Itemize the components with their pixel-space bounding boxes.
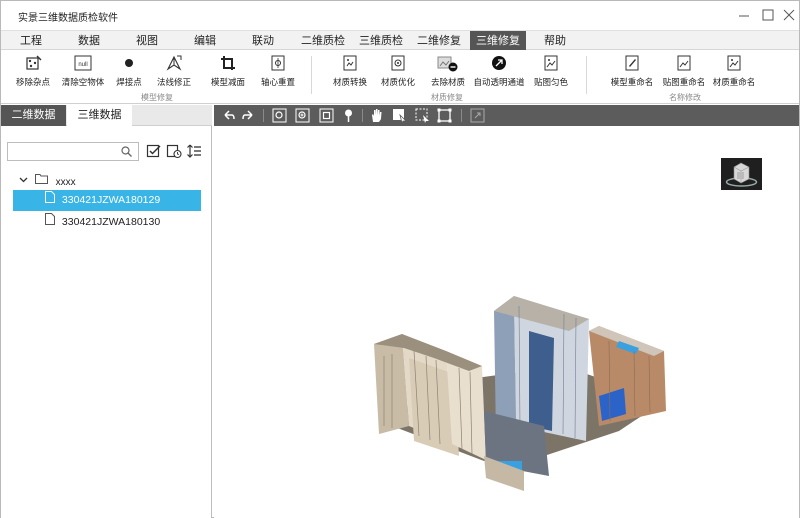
material-optimize-button[interactable]: 材质优化 xyxy=(377,54,419,88)
filter-by-time-icon[interactable] xyxy=(166,143,182,159)
minimize-icon[interactable] xyxy=(734,5,754,25)
texture-rename-button[interactable]: 贴图重命名 xyxy=(659,54,709,88)
menu-data[interactable]: 数据 xyxy=(67,31,111,51)
left-panel-tabs: 二维数据 三维数据 xyxy=(1,105,212,126)
normal-fix-icon xyxy=(165,54,183,72)
close-icon[interactable] xyxy=(779,5,799,25)
title-bar: 实景三维数据质检软件 xyxy=(1,1,799,30)
group-label-rename: 名称修改 xyxy=(669,93,701,102)
group-label-material-repair: 材质修复 xyxy=(431,93,463,102)
menu-project[interactable]: 工程 xyxy=(9,31,53,51)
window-title: 实景三维数据质检软件 xyxy=(18,13,118,24)
menu-help[interactable]: 帮助 xyxy=(533,31,577,51)
folder-icon xyxy=(34,173,51,191)
left-panel: xxxx 330421JZWA180129 330421JZWA180130 xyxy=(1,126,212,518)
3d-viewport[interactable] xyxy=(214,126,799,518)
group-label-model-repair: 模型修复 xyxy=(141,93,173,102)
remove-material-button[interactable]: 去除材质 xyxy=(425,54,471,88)
tree-file-item[interactable]: 330421JZWA180129 xyxy=(13,190,201,211)
decimate-icon xyxy=(219,54,237,72)
viewer-toolbar xyxy=(214,105,799,126)
ribbon: 移除杂点 null 清除空物体 焊接点 法线修正 模型减面 轴心重置 模型修复 … xyxy=(1,50,799,104)
tab-3d-data[interactable]: 三维数据 xyxy=(67,105,132,126)
model-rename-button[interactable]: 模型重命名 xyxy=(607,54,657,88)
toolbar-separator xyxy=(263,109,264,122)
remove-material-icon xyxy=(437,54,459,72)
zoom-in-icon[interactable] xyxy=(294,107,311,124)
menu-edit[interactable]: 编辑 xyxy=(183,31,227,51)
material-rename-icon xyxy=(725,54,743,72)
clear-empty-objects-button[interactable]: null 清除空物体 xyxy=(59,54,107,88)
select-object-icon[interactable] xyxy=(391,107,408,125)
sort-icon[interactable] xyxy=(186,143,202,159)
pin-icon[interactable] xyxy=(340,107,357,124)
ribbon-separator xyxy=(586,56,587,94)
remove-noise-icon xyxy=(24,54,42,72)
model-rename-icon xyxy=(623,54,641,72)
search-input[interactable] xyxy=(7,142,139,161)
app-window: 实景三维数据质检软件 工程 数据 视图 编辑 联动 二维质检 三维质检 二维修复… xyxy=(0,0,800,518)
menu-2d-repair[interactable]: 二维修复 xyxy=(413,31,465,51)
material-rename-button[interactable]: 材质重命名 xyxy=(709,54,759,88)
menu-3d-check[interactable]: 三维质检 xyxy=(355,31,407,51)
svg-text:null: null xyxy=(78,62,87,68)
crop-icon[interactable] xyxy=(436,107,453,124)
texture-rename-icon xyxy=(675,54,693,72)
redo-icon[interactable] xyxy=(240,107,257,124)
file-label: 330421JZWA180129 xyxy=(61,194,161,207)
material-convert-icon xyxy=(341,54,359,72)
menu-2d-check[interactable]: 二维质检 xyxy=(297,31,349,51)
file-icon xyxy=(45,212,57,233)
weld-points-button[interactable]: 焊接点 xyxy=(111,54,147,88)
undo-icon[interactable] xyxy=(220,107,237,124)
file-label: 330421JZWA180130 xyxy=(61,216,161,229)
weld-point-icon xyxy=(120,54,138,72)
menu-view[interactable]: 视图 xyxy=(125,31,169,51)
tree-folder[interactable]: xxxx xyxy=(19,173,76,191)
pivot-reset-button[interactable]: 轴心重置 xyxy=(255,54,301,88)
toolbar-separator xyxy=(362,109,363,122)
remove-noise-button[interactable]: 移除杂点 xyxy=(11,54,55,88)
maximize-icon[interactable] xyxy=(758,5,778,25)
tree-file-item[interactable]: 330421JZWA180130 xyxy=(13,212,201,233)
check-all-icon[interactable] xyxy=(146,143,162,159)
normal-fix-button[interactable]: 法线修正 xyxy=(151,54,197,88)
fullscreen-icon[interactable] xyxy=(469,107,486,124)
menu-bar: 工程 数据 视图 编辑 联动 二维质检 三维质检 二维修复 三维修复 帮助 xyxy=(1,30,799,51)
menu-3d-repair[interactable]: 三维修复 xyxy=(470,31,526,51)
material-convert-button[interactable]: 材质转换 xyxy=(327,54,373,88)
model-decimate-button[interactable]: 模型减面 xyxy=(205,54,251,88)
zoom-fit-icon[interactable] xyxy=(318,107,335,124)
color-balance-icon xyxy=(542,54,560,72)
tab-2d-data[interactable]: 二维数据 xyxy=(1,105,66,126)
zoom-extent-icon[interactable] xyxy=(271,107,288,124)
chevron-down-icon[interactable] xyxy=(19,173,29,191)
file-icon xyxy=(45,190,57,211)
pivot-reset-icon xyxy=(269,54,287,72)
auto-alpha-button[interactable]: 自动透明通道 xyxy=(471,54,527,88)
box-select-icon[interactable] xyxy=(414,107,431,124)
3d-building-model xyxy=(374,296,666,491)
pan-hand-icon[interactable] xyxy=(368,107,385,124)
search-icon[interactable] xyxy=(121,146,132,157)
alpha-channel-icon xyxy=(490,54,508,72)
toolbar-separator xyxy=(461,109,462,122)
null-object-icon: null xyxy=(74,54,92,72)
texture-color-balance-button[interactable]: 贴图匀色 xyxy=(529,54,573,88)
ribbon-separator xyxy=(311,56,312,94)
material-optimize-icon xyxy=(389,54,407,72)
menu-link[interactable]: 联动 xyxy=(241,31,285,51)
folder-label: xxxx xyxy=(55,176,76,188)
